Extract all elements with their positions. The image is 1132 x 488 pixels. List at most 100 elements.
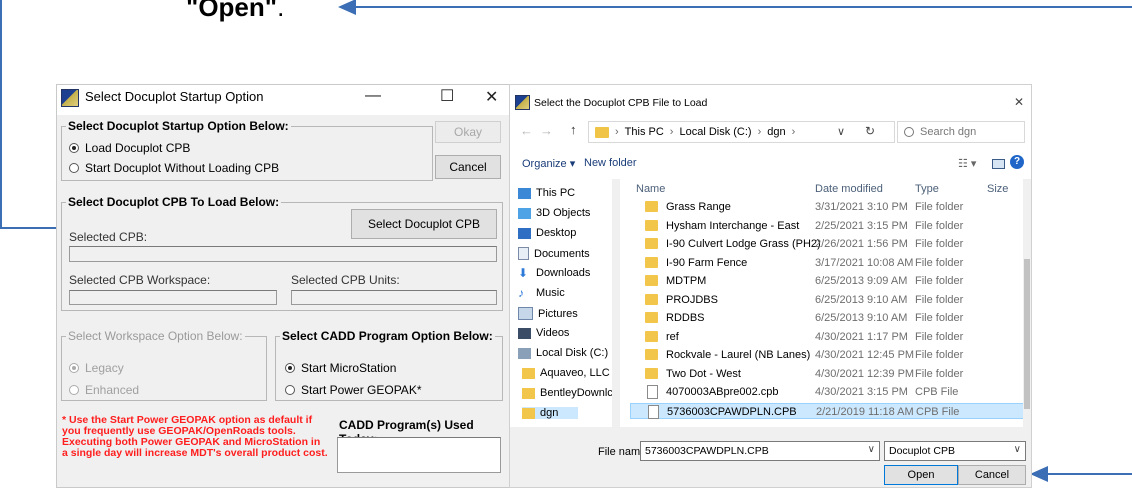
file-row[interactable]: ref 4/30/2021 1:17 PM File folder <box>630 329 1023 345</box>
radio-enhanced-indicator[interactable] <box>69 385 79 395</box>
column-name[interactable]: Name <box>636 183 665 195</box>
radio-load-cpb-indicator[interactable] <box>69 143 79 153</box>
cadd-used-today-field[interactable] <box>337 437 501 473</box>
file-row[interactable]: Grass Range 3/31/2021 3:10 PM File folder <box>630 199 1023 215</box>
radio-start-power-geopak-indicator[interactable] <box>285 385 295 395</box>
file-list-scroll-thumb[interactable] <box>1024 259 1030 409</box>
file-row[interactable]: MDTPM 6/25/2013 9:09 AM File folder <box>630 273 1023 289</box>
radio-start-microstation-indicator[interactable] <box>285 363 295 373</box>
nav-pane-scrollbar[interactable] <box>612 179 620 427</box>
up-arrow-icon[interactable]: ↑ <box>570 122 577 137</box>
file-type-dropdown-icon[interactable]: ∨ <box>1014 444 1021 455</box>
radio-start-without-cpb-label: Start Docuplot Without Loading CPB <box>85 161 280 175</box>
help-icon[interactable]: ? <box>1010 155 1024 169</box>
minimize-button[interactable]: — <box>365 87 381 105</box>
file-date-cell: 3/31/2021 3:10 PM <box>815 201 908 213</box>
radio-enhanced[interactable]: Enhanced <box>69 383 139 397</box>
radio-start-without-cpb-indicator[interactable] <box>69 163 79 173</box>
file-icon <box>648 404 659 419</box>
column-date-modified[interactable]: Date modified <box>815 183 883 195</box>
file-name-input[interactable]: 5736003CPAWDPLN.CPB ∨ <box>640 441 880 461</box>
file-row[interactable]: I-90 Culvert Lodge Grass (PH2) 2/26/2021 … <box>630 236 1023 252</box>
address-bar[interactable]: › This PC › Local Disk (C:) › dgn › ∨ ↻ <box>588 121 895 143</box>
nav-bentley[interactable]: BentleyDownlc <box>522 387 613 399</box>
breadcrumb-this-pc[interactable]: This PC <box>625 126 664 138</box>
organize-button[interactable]: Organize ▾ <box>522 157 575 170</box>
file-dialog-bottom: File name: 5736003CPAWDPLN.CPB ∨ Docuplo… <box>510 427 1031 487</box>
column-type[interactable]: Type <box>915 183 939 195</box>
folder-icon <box>645 349 658 360</box>
file-name-cell: MDTPM <box>666 275 707 287</box>
file-dialog-cancel-button[interactable]: Cancel <box>958 465 1026 485</box>
file-row[interactable]: RDDBS 6/25/2013 9:10 AM File folder <box>630 310 1023 326</box>
radio-start-without-cpb[interactable]: Start Docuplot Without Loading CPB <box>69 161 279 175</box>
file-name-cell: PROJDBS <box>666 293 718 306</box>
file-type-cell: File folder <box>915 238 964 250</box>
nav-downloads[interactable]: ⬇ Downloads <box>518 267 590 280</box>
close-button[interactable]: ✕ <box>485 87 498 107</box>
radio-load-cpb-label: Load Docuplot CPB <box>85 141 191 155</box>
startup-dialog-titlebar: Select Docuplot Startup Option — ☐ ✕ <box>57 85 509 115</box>
refresh-icon[interactable]: ↻ <box>865 124 875 138</box>
nav-3d-objects[interactable]: 3D Objects <box>518 207 590 219</box>
file-row[interactable]: 5736003CPAWDPLN.CPB 2/21/2019 11:18 AM CPB… <box>630 402 1023 419</box>
nav-aquaveo[interactable]: Aquaveo, LLC <box>522 367 610 379</box>
file-type-cell: File folder <box>915 367 964 380</box>
file-dialog-close-button[interactable]: ✕ <box>1014 95 1024 109</box>
nav-videos[interactable]: Videos <box>518 327 569 339</box>
file-date-cell: 4/30/2021 12:39 PM <box>815 367 915 380</box>
file-list-scrollbar[interactable] <box>1023 179 1031 427</box>
okay-button[interactable]: Okay <box>435 121 501 143</box>
breadcrumb-dgn[interactable]: dgn <box>767 126 785 138</box>
maximize-button[interactable]: ☐ <box>440 86 454 106</box>
file-row[interactable]: PROJDBS 6/25/2013 9:10 AM File folder <box>630 292 1023 308</box>
breadcrumb-local-disk[interactable]: Local Disk (C:) <box>679 126 751 138</box>
file-date-cell: 6/25/2013 9:09 AM <box>815 275 908 287</box>
radio-load-cpb[interactable]: Load Docuplot CPB <box>69 141 190 155</box>
selected-cpb-workspace-field[interactable] <box>69 290 277 305</box>
back-arrow-icon[interactable]: ← <box>520 123 533 138</box>
select-docuplot-cpb-button[interactable]: Select Docuplot CPB <box>351 209 497 239</box>
workspace-option-legend: Select Workspace Option Below: <box>68 329 243 343</box>
address-dropdown-icon[interactable]: ∨ <box>837 125 845 138</box>
file-row[interactable]: Rockvale - Laurel (NB Lanes) 4/30/2021 12… <box>630 347 1023 363</box>
file-row[interactable]: 4070003ABpre002.cpb 4/30/2021 3:15 PM CPB … <box>630 384 1023 400</box>
file-row[interactable]: Hysham Interchange - East 2/25/2021 3:15 … <box>630 218 1023 234</box>
file-name-dropdown-icon[interactable]: ∨ <box>868 444 875 455</box>
selected-cpb-field[interactable] <box>69 246 497 262</box>
folder-icon <box>645 367 658 379</box>
selected-cpb-units-field[interactable] <box>291 290 497 305</box>
file-row[interactable]: Two Dot - West 4/30/2021 12:39 PM File fol… <box>630 366 1023 382</box>
radio-legacy-indicator[interactable] <box>69 363 79 373</box>
nav-local-disk[interactable]: Local Disk (C:) <box>518 347 608 359</box>
radio-legacy[interactable]: Legacy <box>69 361 124 375</box>
nav-documents[interactable]: Documents <box>518 247 590 260</box>
file-dialog-app-icon <box>515 95 530 110</box>
power-geopak-warning: * Use the Start Power GEOPAK option as d… <box>62 414 328 459</box>
selected-cpb-label: Selected CPB: <box>69 230 148 244</box>
annotation-arrowhead-bottom <box>1030 466 1048 482</box>
new-folder-button[interactable]: New folder <box>584 157 637 169</box>
column-size[interactable]: Size <box>987 183 1008 195</box>
open-button[interactable]: Open <box>884 465 958 485</box>
nav-music[interactable]: ♪ Music <box>518 287 565 300</box>
folder-icon <box>645 275 658 286</box>
nav-this-pc[interactable]: This PC <box>518 187 575 199</box>
left-cancel-button[interactable]: Cancel <box>435 155 501 179</box>
radio-start-microstation[interactable]: Start MicroStation <box>285 361 396 375</box>
nav-dgn[interactable]: dgn <box>522 407 579 419</box>
nav-desktop[interactable]: Desktop <box>518 227 576 239</box>
forward-arrow-icon[interactable]: → <box>540 123 553 138</box>
folder-icon <box>645 293 658 305</box>
nav-pictures[interactable]: Pictures <box>518 307 578 320</box>
startup-option-legend: Select Docuplot Startup Option Below: <box>68 119 289 133</box>
preview-pane-icon[interactable] <box>992 159 1005 169</box>
radio-start-power-geopak[interactable]: Start Power GEOPAK* <box>285 383 422 397</box>
file-row[interactable]: I-90 Farm Fence 3/17/2021 10:08 AM File fo… <box>630 255 1023 271</box>
file-name-cell: RDDBS <box>666 312 705 324</box>
annotation-arrowhead-top <box>338 0 356 15</box>
view-options-icon[interactable]: ☷ ▾ <box>958 157 976 170</box>
radio-start-microstation-label: Start MicroStation <box>301 361 397 375</box>
file-type-select[interactable]: Docuplot CPB ∨ <box>884 441 1026 461</box>
search-box[interactable]: Search dgn <box>897 121 1025 143</box>
